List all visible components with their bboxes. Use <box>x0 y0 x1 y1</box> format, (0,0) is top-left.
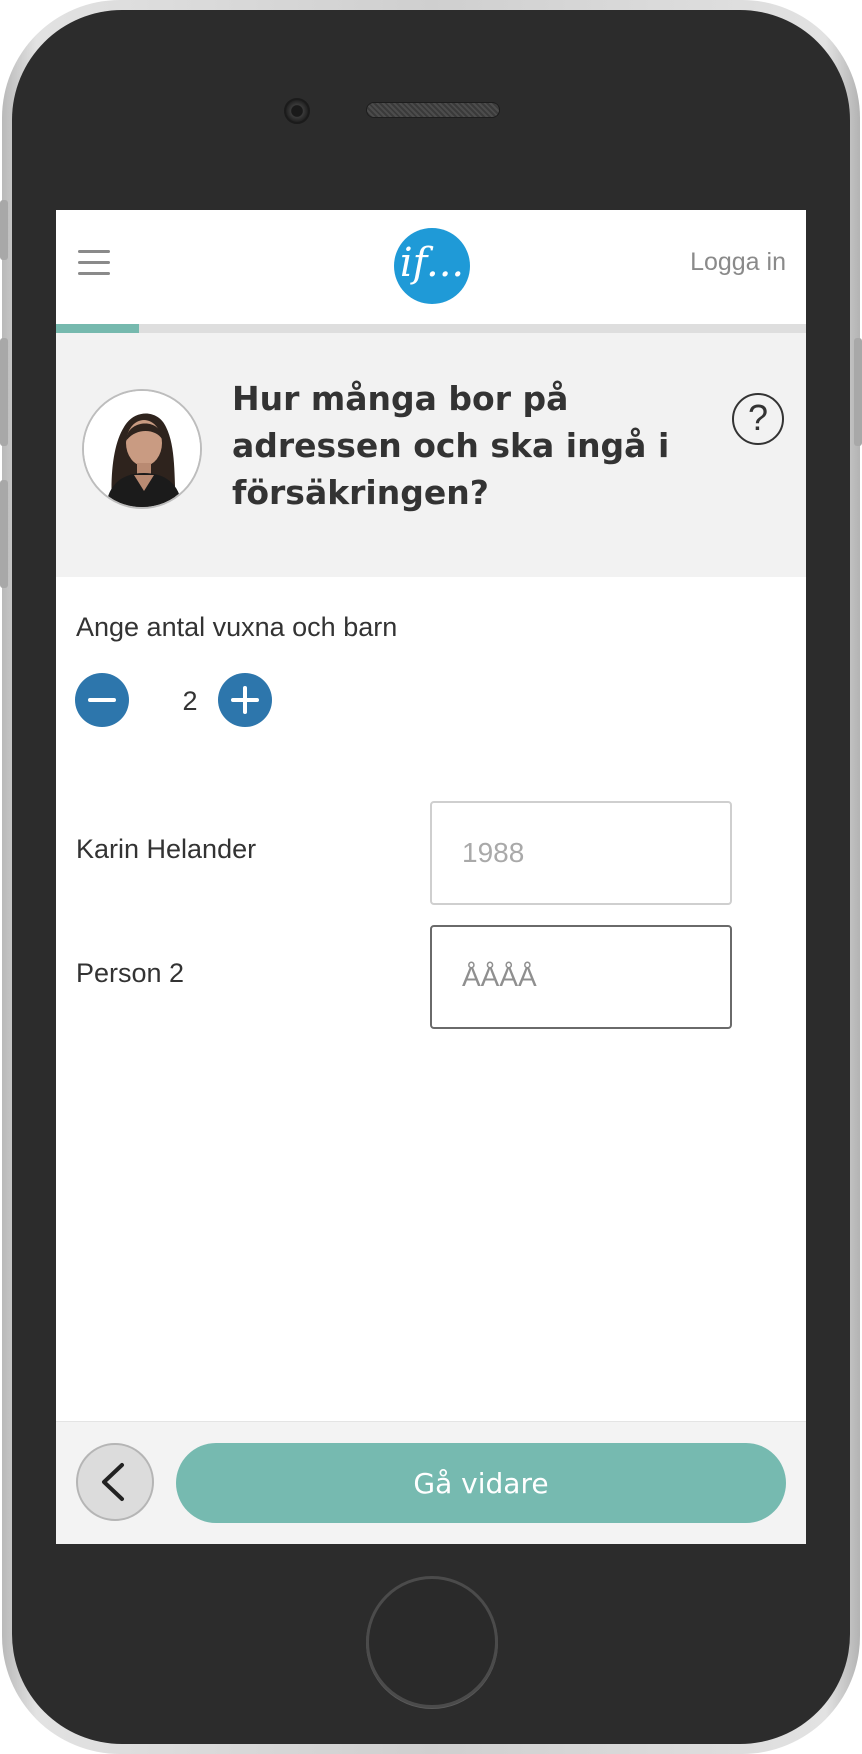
menu-icon[interactable] <box>78 250 110 276</box>
app-screen: if... Logga in Hur många bor på adressen… <box>56 210 806 1544</box>
power-button <box>854 338 862 446</box>
person-1-name: Karin Helander <box>76 834 257 864</box>
continue-button[interactable]: Gå vidare <box>176 1443 786 1523</box>
household-count-label: Ange antal vuxna och barn <box>76 612 398 642</box>
volume-up-button <box>0 338 8 446</box>
advisor-avatar <box>82 389 202 509</box>
question-panel: Hur många bor på adressen och ska ingå i… <box>56 333 806 577</box>
home-button[interactable] <box>366 1576 498 1708</box>
decrease-button[interactable] <box>75 673 129 727</box>
person-2-birth-year-input[interactable] <box>430 925 732 1029</box>
chevron-left-icon <box>102 1463 124 1501</box>
person-2-name: Person 2 <box>76 958 185 988</box>
back-button[interactable] <box>76 1443 154 1521</box>
advisor-portrait-icon <box>84 391 200 507</box>
minus-icon <box>88 698 116 702</box>
footer-bar: Gå vidare <box>56 1421 806 1544</box>
top-bar: if... Logga in <box>56 210 806 324</box>
front-camera <box>284 98 310 124</box>
progress-bar-fill <box>56 324 139 333</box>
question-title: Hur många bor på adressen och ska ingå i… <box>232 379 670 512</box>
help-button[interactable]: ? <box>732 393 784 445</box>
household-count-value: 2 <box>182 686 198 716</box>
mute-switch <box>0 200 8 260</box>
progress-bar <box>56 324 806 333</box>
volume-down-button <box>0 480 8 588</box>
increase-button[interactable] <box>218 673 272 727</box>
if-logo[interactable]: if... <box>394 228 470 304</box>
login-link[interactable]: Logga in <box>690 248 786 277</box>
person-1-birth-year-input[interactable] <box>430 801 732 905</box>
earpiece-speaker <box>366 102 500 118</box>
